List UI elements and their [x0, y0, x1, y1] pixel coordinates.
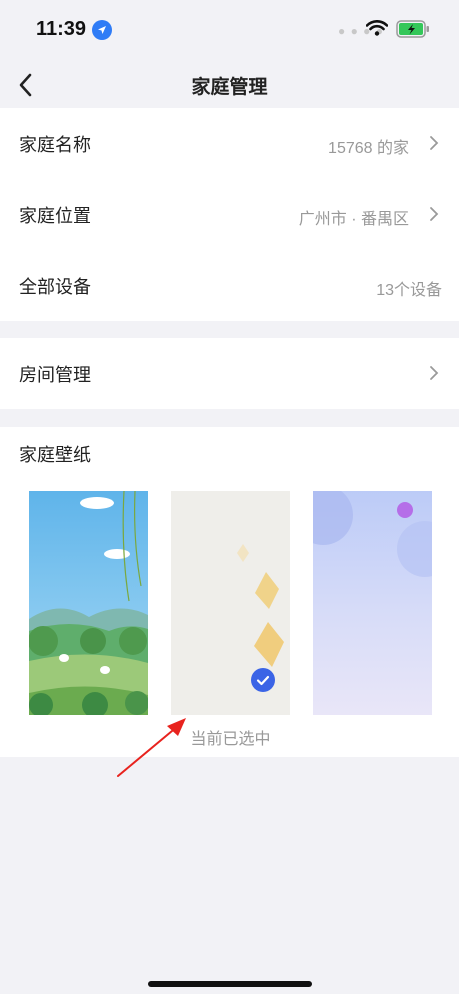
all-devices-value: 13个设备: [376, 282, 442, 299]
annotation-arrow-icon: [117, 718, 186, 777]
nav-bar: 家庭管理: [0, 60, 459, 108]
battery-icon: [396, 20, 430, 42]
gradient-wallpaper-image: [313, 491, 432, 715]
wifi-icon: [365, 20, 389, 40]
family-location-row[interactable]: 家庭位置 广州市 · 番禺区: [0, 179, 459, 250]
all-devices-label: 全部设备: [19, 277, 91, 298]
room-management-row[interactable]: 房间管理: [0, 338, 459, 409]
wallpaper-option-landscape[interactable]: [29, 491, 148, 715]
chevron-right-icon: [430, 136, 439, 150]
page-title: 家庭管理: [191, 76, 268, 98]
wallpaper-option-gradient[interactable]: [313, 491, 432, 715]
family-location-label: 家庭位置: [19, 206, 91, 227]
family-info-group: 家庭名称 15768 的家 家庭位置 广州市 · 番禺区 全部设备 13个设备: [0, 108, 459, 321]
status-bar: 11:39 ● ● ● ●: [0, 0, 459, 60]
family-location-value: 广州市 · 番禺区: [298, 211, 409, 228]
family-name-row[interactable]: 家庭名称 15768 的家: [0, 108, 459, 179]
family-name-value: 15768 的家: [328, 140, 409, 157]
all-devices-row: 全部设备 13个设备: [0, 250, 459, 321]
rooms-group: 房间管理: [0, 338, 459, 409]
location-arrow-icon: [92, 20, 112, 40]
landscape-wallpaper-image: [29, 491, 148, 715]
selected-check-icon: [251, 668, 275, 692]
status-time: 11:39: [36, 18, 87, 40]
family-name-label: 家庭名称: [19, 135, 91, 156]
home-indicator: [148, 981, 312, 987]
wallpaper-title: 家庭壁纸: [19, 445, 91, 466]
wallpaper-group: 家庭壁纸 当前已选中: [0, 427, 459, 757]
chevron-right-icon: [430, 366, 439, 380]
wallpaper-option-lanterns[interactable]: [171, 491, 290, 715]
chevron-right-icon: [430, 207, 439, 221]
room-management-label: 房间管理: [19, 365, 91, 386]
